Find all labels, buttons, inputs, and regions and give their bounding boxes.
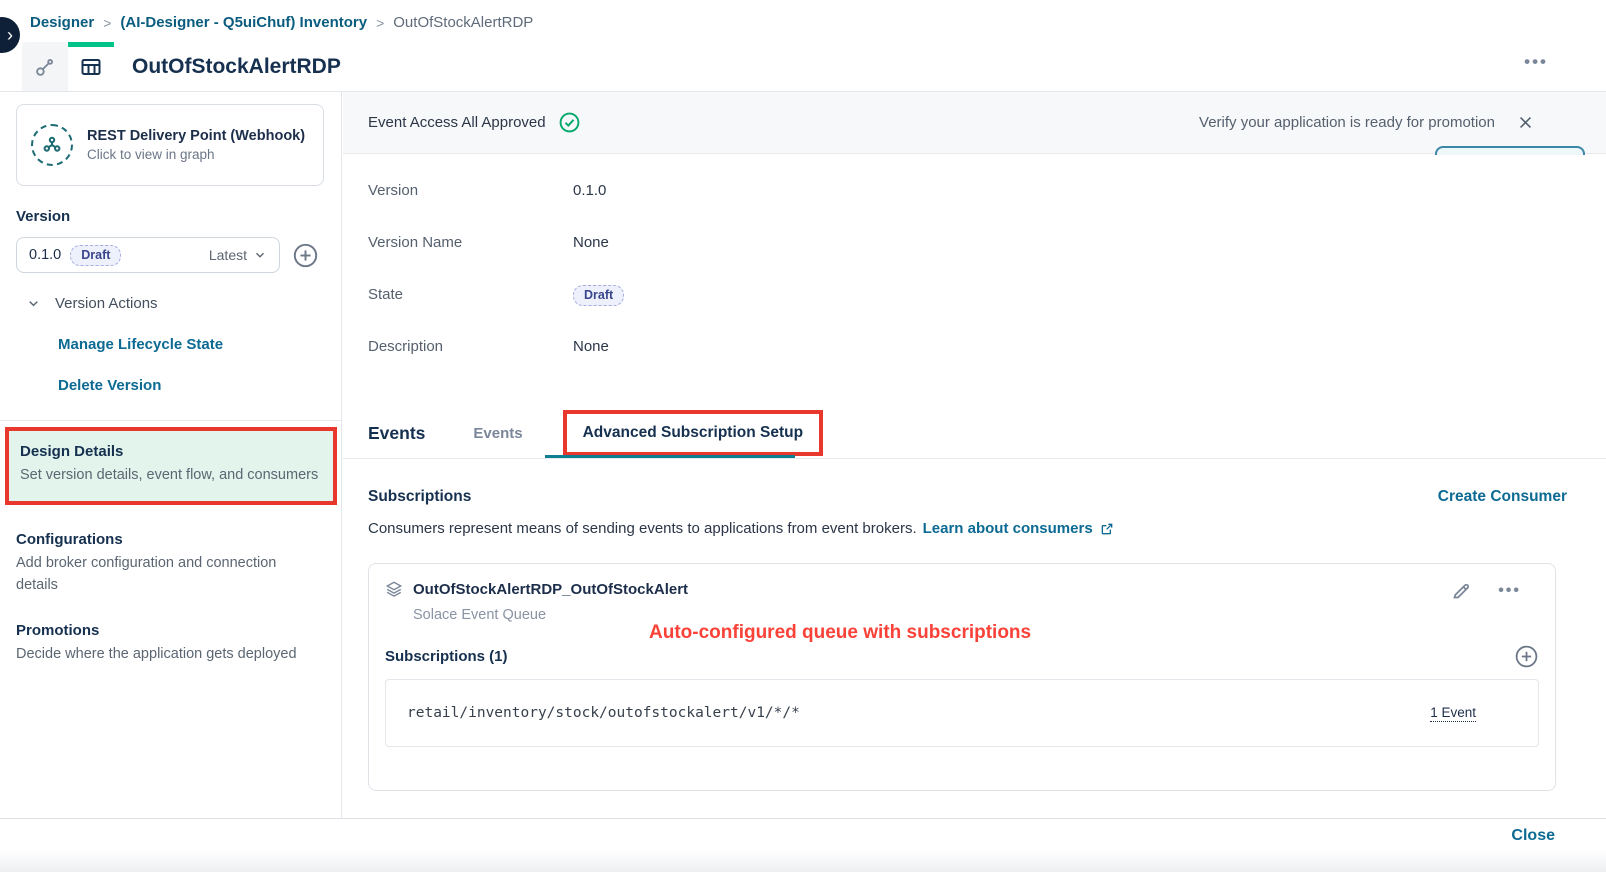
nav-item-description: Decide where the application gets deploy… bbox=[16, 644, 322, 666]
detail-row-state: State Draft bbox=[368, 284, 624, 304]
detail-row-version: Version 0.1.0 bbox=[368, 180, 624, 200]
tabs-divider bbox=[343, 458, 1606, 459]
nav-item-description: Set version details, event flow, and con… bbox=[20, 465, 322, 487]
delete-version-link[interactable]: Delete Version bbox=[58, 377, 341, 394]
detail-value: 0.1.0 bbox=[573, 182, 606, 199]
learn-about-consumers-link[interactable]: Learn about consumers bbox=[923, 520, 1093, 537]
consumer-card: OutOfStockAlertRDP_OutOfStockAlert ••• S… bbox=[368, 563, 1556, 791]
tab-graph-view[interactable] bbox=[22, 42, 68, 91]
entity-card-text: REST Delivery Point (Webhook) Click to v… bbox=[87, 128, 305, 162]
approved-check-icon bbox=[558, 111, 581, 134]
events-heading: Events bbox=[368, 423, 425, 444]
queue-icon bbox=[385, 580, 403, 598]
nav-item-description: Add broker configuration and connection … bbox=[16, 553, 322, 597]
chevron-right-icon: › bbox=[7, 26, 13, 44]
tab-advanced-subscription-setup[interactable]: Advanced Subscription Setup bbox=[583, 424, 803, 442]
entity-card-subtitle: Click to view in graph bbox=[87, 147, 305, 162]
create-consumer-button[interactable]: Create Consumer bbox=[1438, 488, 1567, 506]
table-view-icon bbox=[79, 55, 103, 79]
add-subscription-button[interactable] bbox=[1514, 644, 1539, 669]
rdp-webhook-icon bbox=[31, 124, 73, 166]
detail-label: State bbox=[368, 286, 573, 303]
detail-value: None bbox=[573, 338, 609, 355]
breadcrumb-current: OutOfStockAlertRDP bbox=[393, 14, 533, 31]
breadcrumb: Designer > (AI-Designer - Q5uiChuf) Inve… bbox=[30, 14, 533, 31]
subscription-topic: retail/inventory/stock/outofstockalert/v… bbox=[407, 705, 800, 721]
version-actions-label: Version Actions bbox=[55, 295, 158, 312]
consumer-name: OutOfStockAlertRDP_OutOfStockAlert bbox=[413, 581, 688, 598]
tab-list-view[interactable] bbox=[68, 42, 114, 91]
sidebar-item-configurations[interactable]: Configurations Add broker configuration … bbox=[16, 531, 322, 597]
breadcrumb-separator: > bbox=[103, 15, 111, 31]
sidebar-item-design-details[interactable]: Design Details Set version details, even… bbox=[5, 427, 337, 505]
detail-label: Version Name bbox=[368, 234, 573, 251]
subscriptions-count-row: Subscriptions (1) bbox=[385, 644, 1539, 669]
version-actions-toggle[interactable]: Version Actions bbox=[26, 295, 341, 312]
version-row: 0.1.0 Draft Latest bbox=[16, 237, 341, 273]
detail-label: Description bbox=[368, 338, 573, 355]
title-bar: OutOfStockAlertRDP bbox=[22, 42, 341, 91]
detail-row-description: Description None bbox=[368, 336, 624, 356]
status-band: Event Access All Approved Verify your ap… bbox=[343, 92, 1606, 154]
close-button[interactable]: Close bbox=[1511, 827, 1555, 845]
breadcrumb-separator: > bbox=[376, 15, 384, 31]
panel-collapse-handle[interactable]: › bbox=[0, 17, 20, 53]
event-access-status: Event Access All Approved bbox=[368, 111, 581, 134]
annotation-text: Auto-configured queue with subscriptions bbox=[649, 622, 1031, 644]
promotion-banner: Verify your application is ready for pro… bbox=[1199, 114, 1534, 131]
version-details: Version 0.1.0 Version Name None State Dr… bbox=[368, 180, 624, 388]
annotation-highlight-box: Advanced Subscription Setup bbox=[563, 410, 823, 456]
detail-label: Version bbox=[368, 182, 573, 199]
version-section-label: Version bbox=[16, 208, 341, 225]
state-draft-badge: Draft bbox=[573, 285, 624, 306]
page-title: OutOfStockAlertRDP bbox=[132, 55, 341, 79]
detail-row-version-name: Version Name None bbox=[368, 232, 624, 252]
version-select[interactable]: 0.1.0 Draft Latest bbox=[16, 237, 280, 273]
bottom-fade bbox=[0, 850, 1606, 872]
consumer-more-options-button[interactable]: ••• bbox=[1498, 582, 1521, 600]
consumer-type: Solace Event Queue bbox=[413, 607, 1539, 623]
version-state-badge: Draft bbox=[70, 245, 121, 266]
sidebar-item-promotions[interactable]: Promotions Decide where the application … bbox=[16, 622, 322, 666]
events-section-header: Events Events Advanced Subscription Setu… bbox=[368, 408, 823, 458]
partially-hidden-promotion-button[interactable] bbox=[1435, 146, 1585, 155]
subscriptions-heading: Subscriptions bbox=[368, 488, 471, 506]
detail-value: None bbox=[573, 234, 609, 251]
tab-events[interactable]: Events bbox=[473, 425, 522, 442]
manage-lifecycle-link[interactable]: Manage Lifecycle State bbox=[58, 336, 341, 353]
graph-view-icon bbox=[34, 56, 56, 78]
sidebar: REST Delivery Point (Webhook) Click to v… bbox=[0, 92, 342, 818]
entity-card-rdp[interactable]: REST Delivery Point (Webhook) Click to v… bbox=[16, 104, 324, 186]
chevron-down-icon bbox=[26, 296, 41, 311]
subscription-row: retail/inventory/stock/outofstockalert/v… bbox=[385, 679, 1539, 747]
breadcrumb-designer[interactable]: Designer bbox=[30, 14, 94, 31]
nav-item-title: Design Details bbox=[20, 443, 322, 460]
entity-card-title: REST Delivery Point (Webhook) bbox=[87, 128, 305, 144]
edit-consumer-button[interactable] bbox=[1451, 580, 1472, 601]
main-content: Event Access All Approved Verify your ap… bbox=[343, 92, 1606, 818]
event-count-link[interactable]: 1 Event bbox=[1430, 705, 1476, 722]
dismiss-banner-button[interactable] bbox=[1517, 114, 1534, 131]
consumer-card-header: OutOfStockAlertRDP_OutOfStockAlert ••• bbox=[385, 580, 1539, 601]
external-link-icon bbox=[1099, 521, 1115, 537]
sidebar-divider bbox=[0, 420, 341, 421]
header-more-options-button[interactable]: ••• bbox=[1524, 52, 1548, 72]
add-version-button[interactable] bbox=[292, 242, 319, 269]
latest-label: Latest bbox=[209, 247, 267, 263]
chevron-down-icon bbox=[253, 248, 267, 262]
nav-item-title: Configurations bbox=[16, 531, 322, 548]
app-window: Designer > (AI-Designer - Q5uiChuf) Inve… bbox=[0, 0, 1606, 872]
breadcrumb-inventory[interactable]: (AI-Designer - Q5uiChuf) Inventory bbox=[120, 14, 367, 31]
subscriptions-description: Consumers represent means of sending eve… bbox=[368, 520, 1115, 537]
subscriptions-header: Subscriptions Create Consumer bbox=[368, 488, 1567, 506]
nav-item-title: Promotions bbox=[16, 622, 322, 639]
subscriptions-count-label: Subscriptions (1) bbox=[385, 648, 508, 665]
version-value: 0.1.0 bbox=[29, 247, 61, 263]
footer-divider bbox=[0, 818, 1606, 819]
